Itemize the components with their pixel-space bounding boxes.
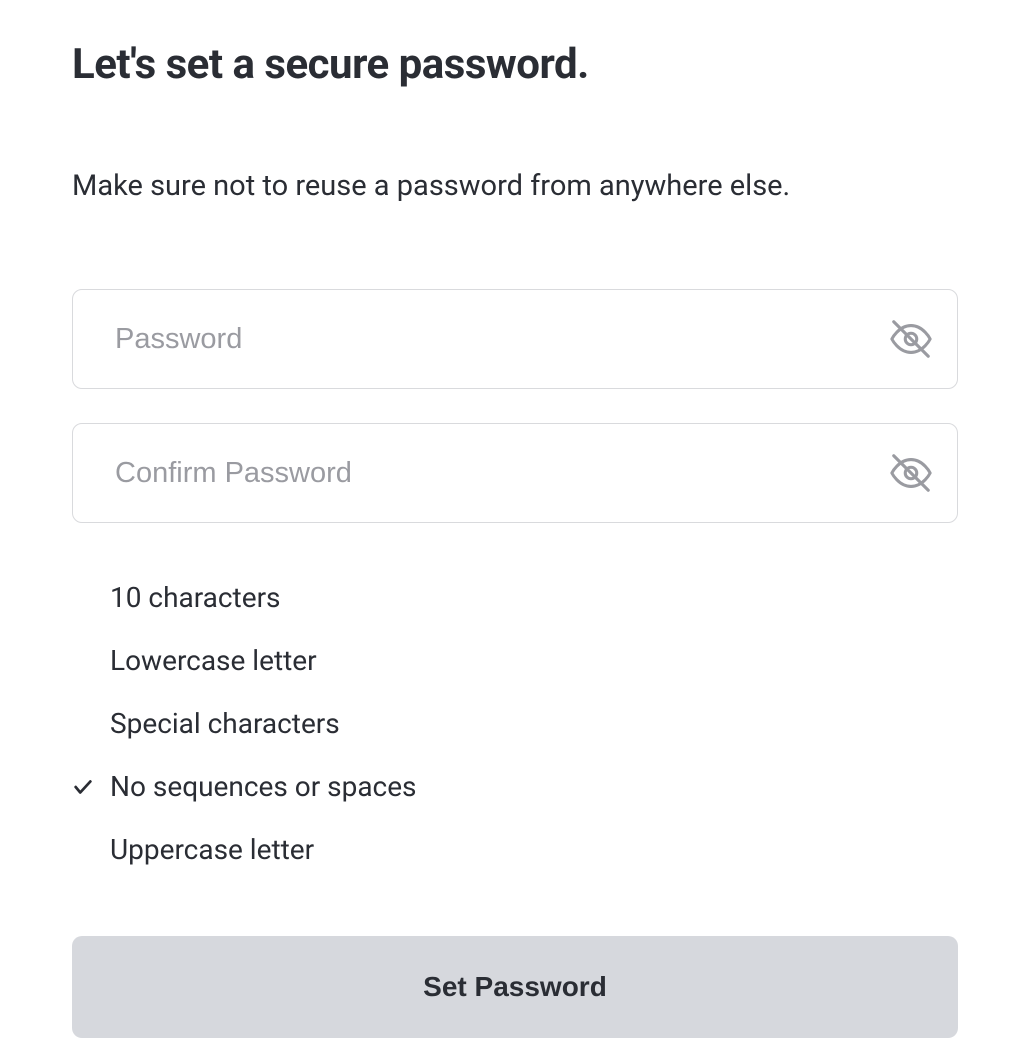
password-field-wrapper — [72, 289, 958, 389]
check-icon — [72, 839, 110, 861]
confirm-password-field-wrapper — [72, 423, 958, 523]
requirements-list: 10 characters Lowercase letter Special cha… — [72, 581, 958, 866]
requirement-label: 10 characters — [110, 581, 958, 614]
password-input[interactable] — [72, 289, 958, 389]
requirement-item: 10 characters — [72, 581, 958, 614]
check-icon — [72, 776, 110, 798]
confirm-password-input[interactable] — [72, 423, 958, 523]
check-icon — [72, 650, 110, 672]
page-title: Let's set a secure password. — [72, 40, 958, 89]
eye-off-icon[interactable] — [888, 450, 934, 496]
page-subheading: Make sure not to reuse a password from a… — [72, 169, 958, 203]
requirement-item: Lowercase letter — [72, 644, 958, 677]
requirement-label: No sequences or spaces — [110, 770, 958, 803]
requirement-label: Lowercase letter — [110, 644, 958, 677]
requirement-item: No sequences or spaces — [72, 770, 958, 803]
requirement-label: Special characters — [110, 707, 958, 740]
requirement-label: Uppercase letter — [110, 833, 958, 866]
requirement-item: Special characters — [72, 707, 958, 740]
set-password-button[interactable]: Set Password — [72, 936, 958, 1038]
check-icon — [72, 587, 110, 609]
check-icon — [72, 713, 110, 735]
eye-off-icon[interactable] — [888, 316, 934, 362]
requirement-item: Uppercase letter — [72, 833, 958, 866]
